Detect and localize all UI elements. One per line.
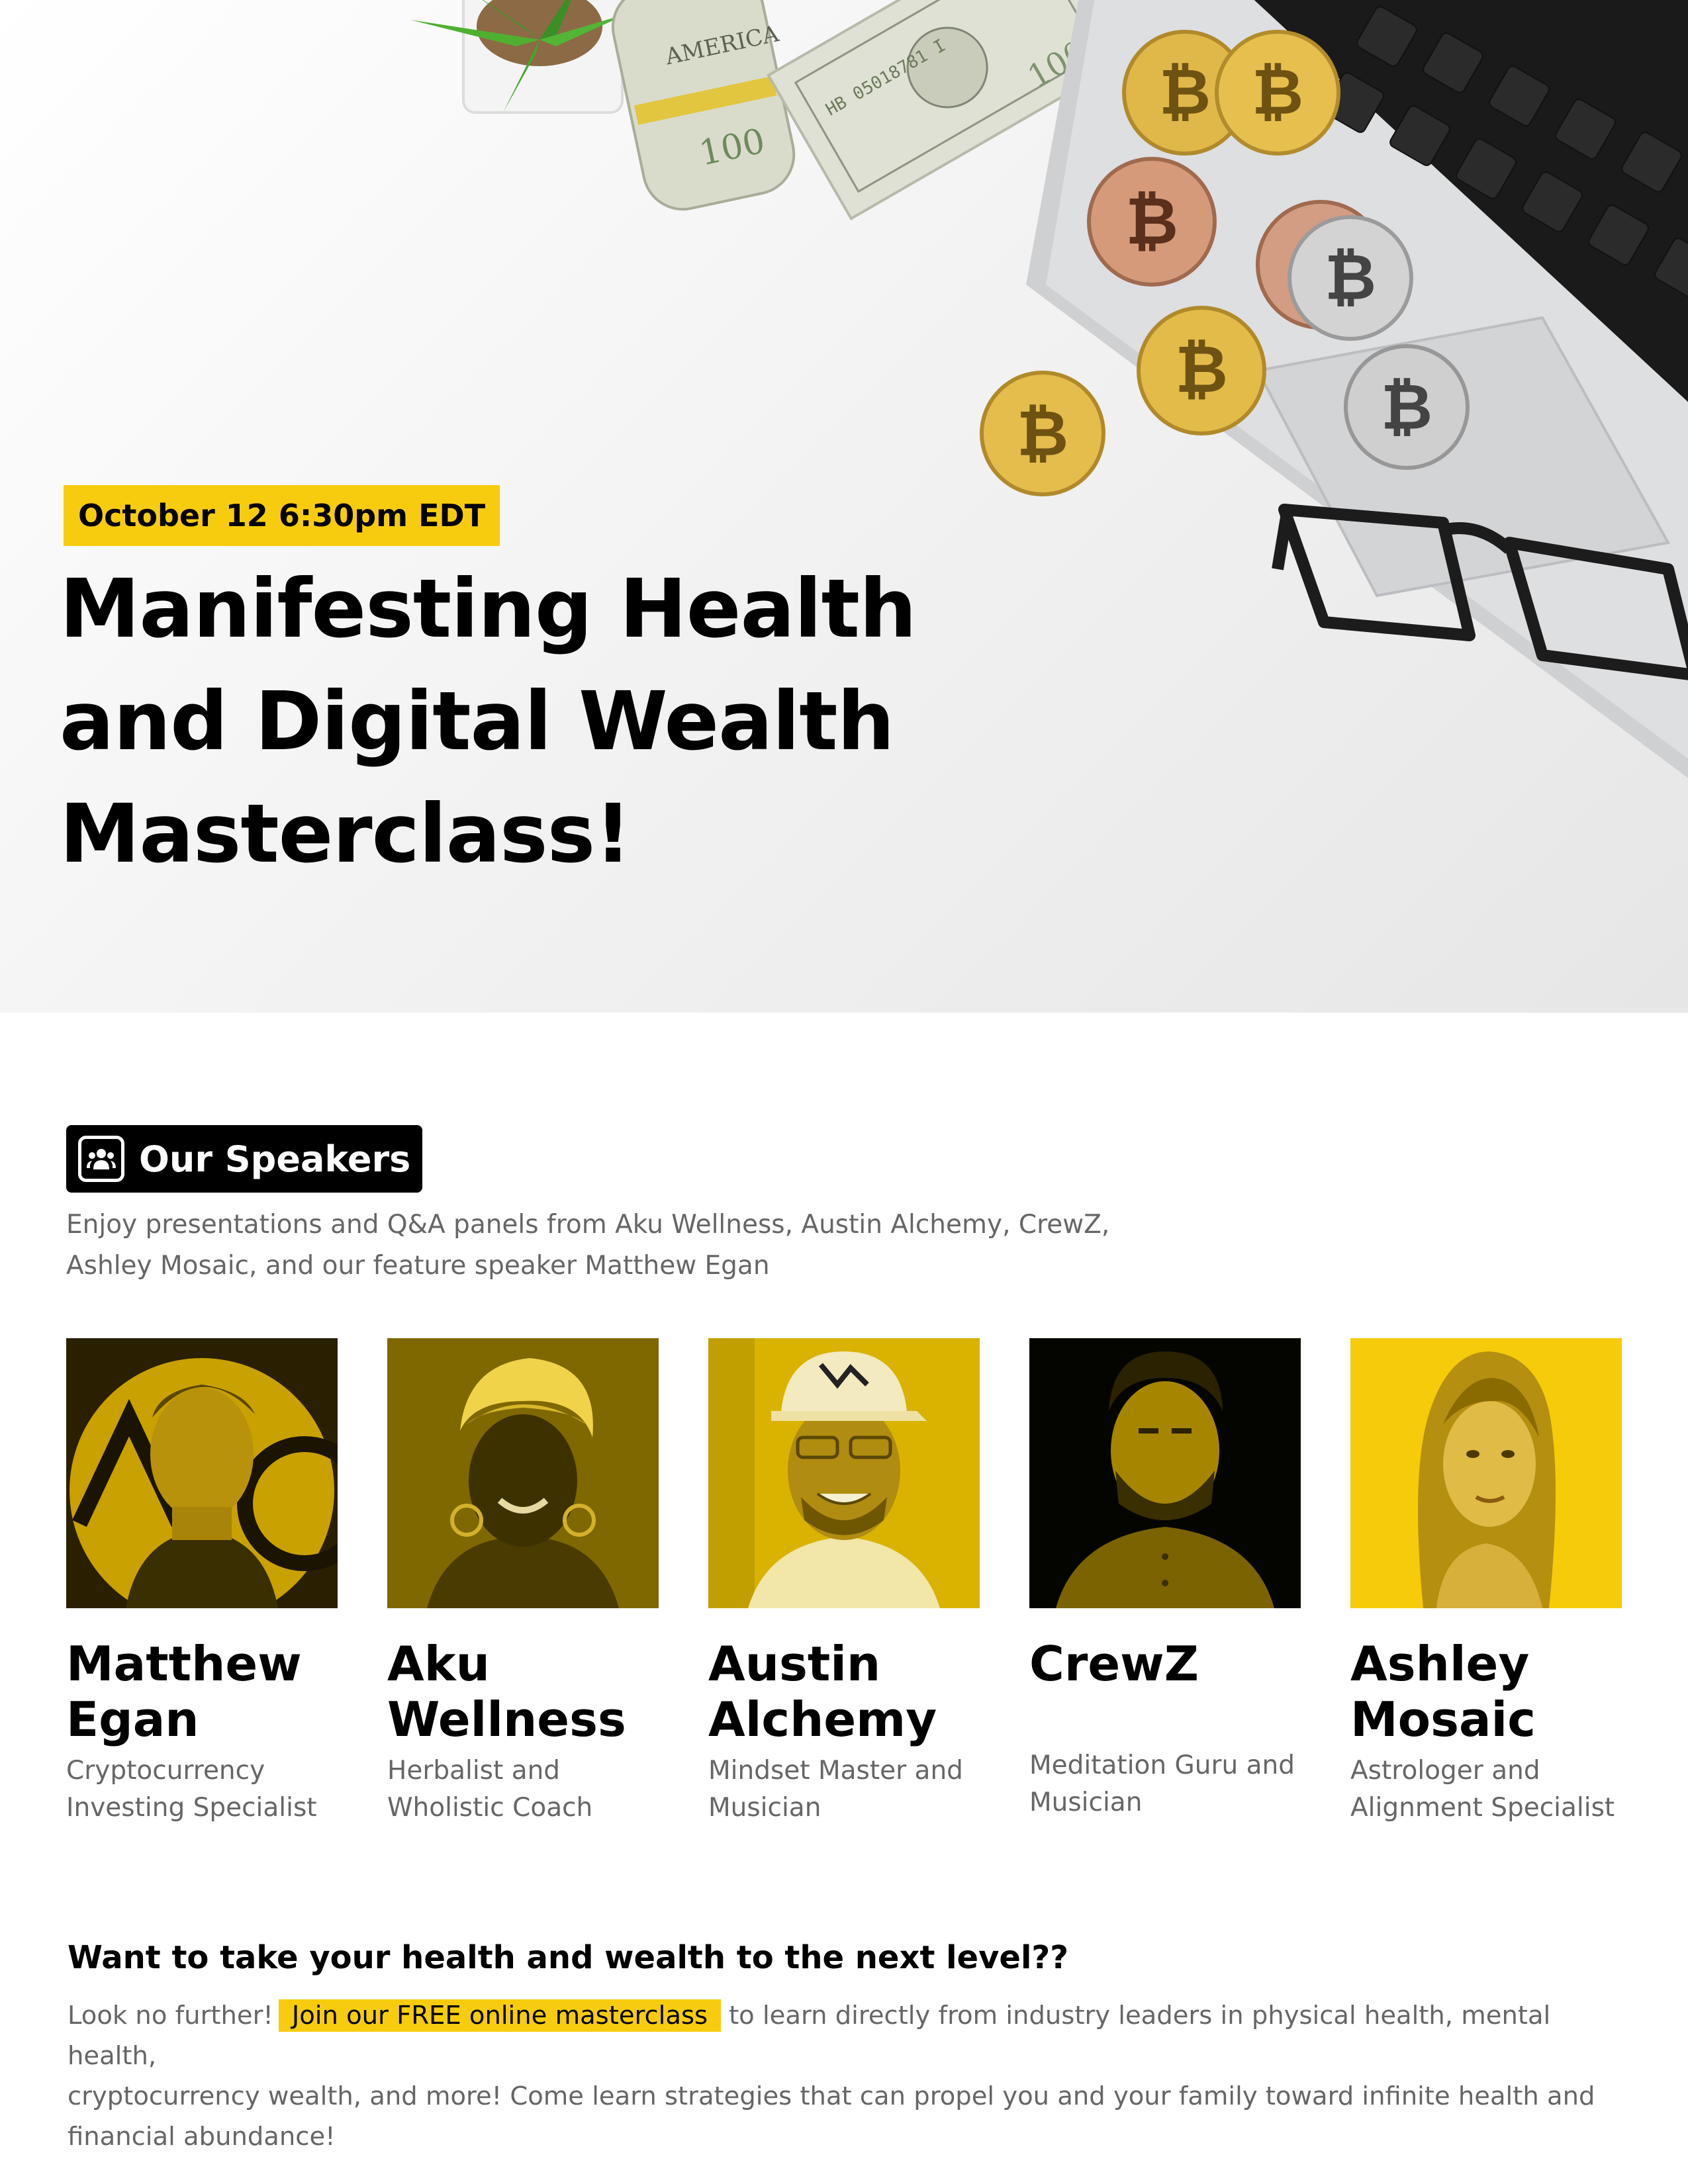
speaker-role-line: Cryptocurrency [66,1756,265,1786]
cta-text: cryptocurrency wealth, and more! Come le… [68,2081,1595,2111]
intro-line: Ashley Mosaic, and our feature speaker M… [66,1251,770,1281]
money-roll: AMERICA 100 [611,0,796,211]
speaker-role-line: Astrologer and [1350,1756,1540,1786]
speaker-role-line: Musician [1029,1788,1143,1817]
cta-lead: Look no further! [68,2001,273,2030]
page-title: Manifesting Health and Digital Wealth Ma… [60,553,986,890]
svg-text:₿: ₿ [1325,240,1376,314]
speaker-name-line: CrewZ [1029,1636,1199,1692]
people-group-icon [78,1136,124,1182]
speaker-name-line: Wellness [387,1692,626,1747]
svg-text:₿: ₿ [1159,55,1211,129]
speaker-name-line: Alchemy [708,1692,937,1747]
speaker-photo [708,1338,980,1608]
speaker-photo [387,1338,659,1608]
speaker-name-line: Egan [66,1692,199,1747]
speaker-card-ashley-mosaic: Ashley Mosaic Astrologer and Alignment S… [1350,1338,1622,1827]
title-line: and Digital Wealth [60,674,894,768]
speaker-photo [1350,1338,1622,1608]
speaker-role: Mindset Master and Musician [708,1752,980,1827]
speaker-role-line: Musician [708,1793,821,1823]
speaker-card-crewz: CrewZ Meditation Guru and Musician [1029,1338,1301,1821]
section-header-speakers: Our Speakers [66,1125,423,1193]
speaker-role: Astrologer and Alignment Specialist [1350,1752,1622,1827]
svg-text:₿: ₿ [1017,396,1068,471]
speaker-role-line: Herbalist and [387,1756,561,1786]
cta-text: financial abundance! [68,2122,336,2152]
speaker-name: CrewZ [1029,1636,1301,1749]
speaker-name-line: Aku [387,1636,490,1692]
speaker-card-matthew-egan: Matthew Egan Cryptocurrency Investing Sp… [66,1338,338,1827]
speaker-name: Austin Alchemy [708,1636,980,1749]
speaker-name: Ashley Mosaic [1350,1636,1622,1749]
speaker-role-line: Mindset Master and [708,1756,963,1786]
svg-text:₿: ₿ [1125,184,1178,259]
speaker-name: Matthew Egan [66,1636,338,1749]
speaker-role: Meditation Guru and Musician [1029,1747,1301,1821]
speaker-role: Cryptocurrency Investing Specialist [66,1752,338,1827]
plant-pot [410,0,629,114]
speaker-role-line: Alignment Specialist [1350,1793,1615,1823]
section-title: Our Speakers [139,1138,411,1180]
svg-text:₿: ₿ [1175,332,1228,408]
speaker-name-line: Austin [708,1636,881,1692]
speaker-role: Herbalist and Wholistic Coach [387,1752,659,1827]
hero-banner: AMERICA 100 HB 05018781 I 100 ₿ ₿ ₿ ₿ ₿ … [0,0,1688,1013]
speaker-name-line: Ashley [1350,1636,1530,1692]
speaker-photo [1029,1338,1301,1608]
join-masterclass-link[interactable]: Join our FREE online masterclass [278,1999,722,2032]
event-date-badge: October 12 6:30pm EDT [64,485,500,546]
speaker-card-austin-alchemy: Austin Alchemy Mindset Master and Musici… [708,1338,980,1827]
cta-heading: Want to take your health and wealth to t… [68,1939,1069,1976]
speaker-role-line: Meditation Guru and [1029,1751,1295,1780]
speakers-intro: Enjoy presentations and Q&A panels from … [66,1205,1192,1287]
speaker-role-line: Investing Specialist [66,1793,317,1823]
intro-line: Enjoy presentations and Q&A panels from … [66,1210,1110,1240]
speaker-photo [66,1338,338,1608]
cta-body: Look no further! Join our FREE online mas… [68,1995,1643,2157]
speaker-name: Aku Wellness [387,1636,659,1749]
svg-text:₿: ₿ [1252,55,1303,129]
svg-text:₿: ₿ [1381,370,1432,444]
speaker-name-line: Mosaic [1350,1692,1536,1747]
title-line: Masterclass! [60,787,632,881]
title-line: Manifesting Health [60,562,917,656]
speaker-role-line: Wholistic Coach [387,1793,593,1823]
speaker-card-aku-wellness: Aku Wellness Herbalist and Wholistic Coa… [387,1338,659,1827]
speaker-name-line: Matthew [66,1636,302,1692]
